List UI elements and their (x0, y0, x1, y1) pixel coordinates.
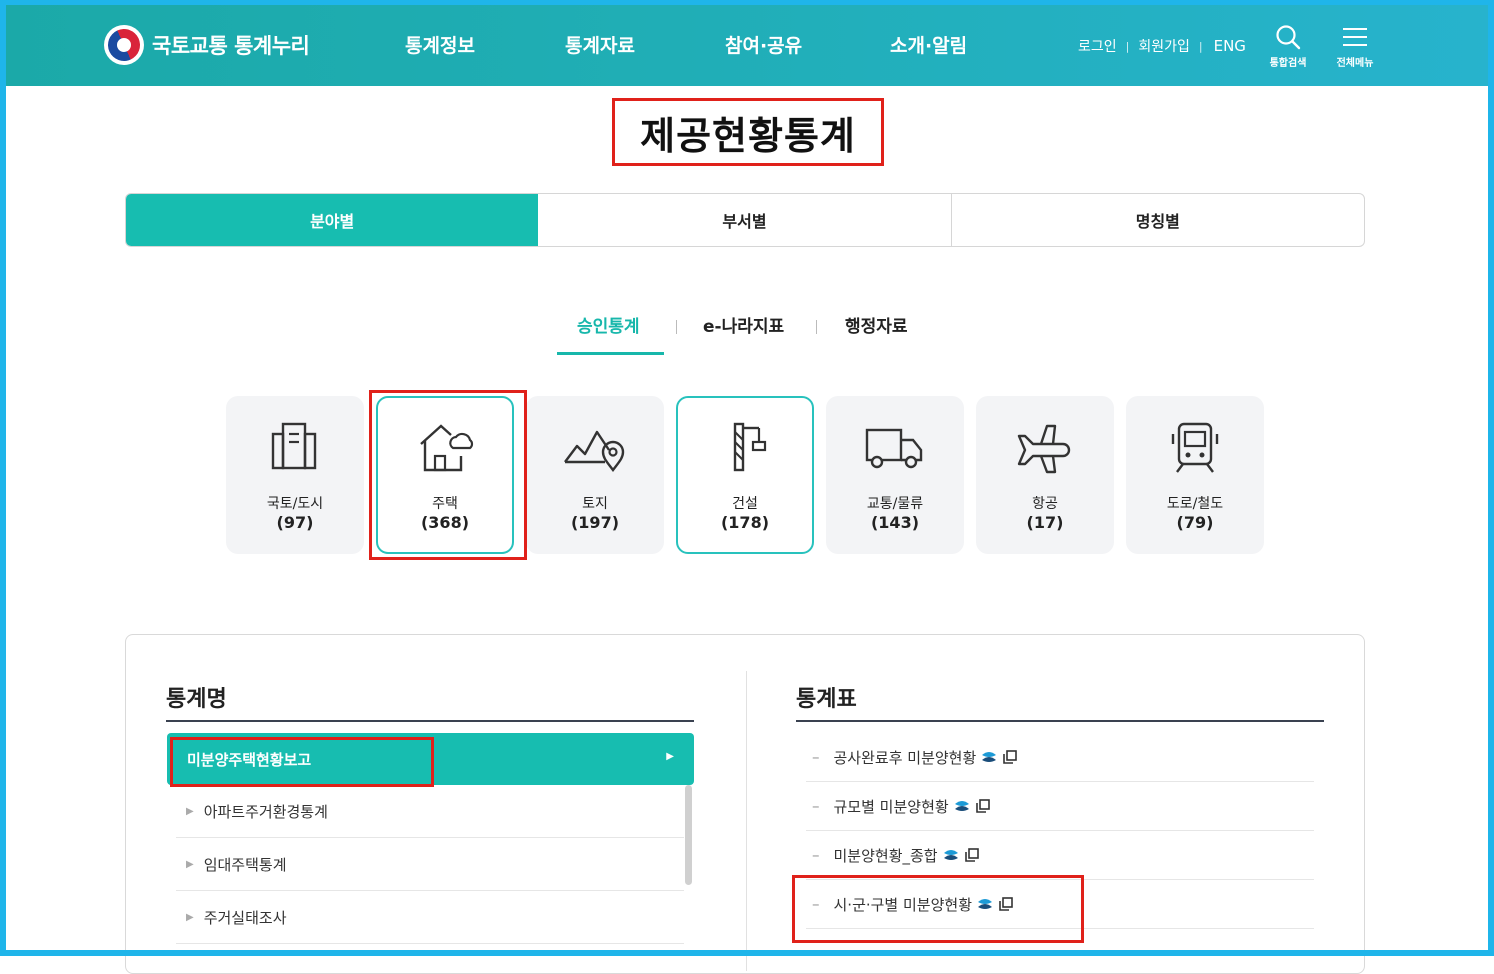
tab-by-department[interactable]: 부서별 (538, 194, 952, 246)
airplane-icon (1017, 424, 1071, 474)
copy-icon[interactable] (1003, 750, 1018, 764)
active-subtab-underline (557, 352, 664, 355)
site-header: 국토교통 통계누리 통계정보 통계자료 참여·공유 소개·알림 로그인 | 회원… (0, 0, 1494, 86)
nav-item-about[interactable]: 소개·알림 (890, 31, 967, 58)
copy-icon[interactable] (964, 848, 979, 862)
list-item[interactable]: ▶ 주거실태조사 (176, 891, 684, 944)
site-logo[interactable]: 국토교통 통계누리 (104, 25, 310, 65)
list-scrollbar[interactable] (685, 785, 692, 885)
train-icon (1171, 422, 1219, 473)
copy-icon[interactable] (975, 799, 990, 813)
highlight-box-table-item (792, 875, 1084, 943)
database-icon[interactable] (981, 749, 997, 765)
sub-tabs: 승인통계 e-나라지표 행정자료 (0, 312, 1494, 356)
building-icon (271, 422, 317, 470)
database-icon[interactable] (943, 847, 959, 863)
category-aviation[interactable]: 항공 (17) (976, 396, 1114, 554)
nav-item-participation[interactable]: 참여·공유 (725, 31, 802, 58)
list-item[interactable]: ▶ 아파트주거환경통계 (176, 785, 684, 838)
table-row[interactable]: – 규모별 미분양현황 (806, 782, 1314, 831)
category-road-railway[interactable]: 도로/철도 (79) (1126, 396, 1264, 554)
chevron-right-icon: ▶ (666, 751, 674, 762)
category-transport-logistics[interactable]: 교통/물류 (143) (826, 396, 964, 554)
stats-list-heading: 통계명 (166, 687, 227, 712)
english-link[interactable]: ENG (1214, 37, 1246, 55)
government-emblem-icon (104, 25, 144, 65)
util-links: 로그인 | 회원가입 | ENG (1078, 36, 1246, 56)
main-tabs: 분야별 부서별 명칭별 (125, 193, 1365, 247)
page-title: 제공현황통계 (612, 98, 884, 166)
bullet-triangle-icon: ▶ (186, 858, 194, 870)
subtab-e-nara-index[interactable]: e-나라지표 (703, 312, 784, 337)
tab-by-name[interactable]: 명칭별 (952, 194, 1364, 246)
nav-item-stats-data[interactable]: 통계자료 (565, 31, 635, 58)
land-icon (564, 430, 625, 472)
site-name: 국토교통 통계누리 (152, 34, 310, 58)
highlight-box-stats-item (170, 737, 434, 787)
category-construction[interactable]: 건설 (178) (676, 396, 814, 554)
subtab-admin-data[interactable]: 행정자료 (845, 312, 908, 337)
tables-list-heading: 통계표 (796, 687, 857, 712)
category-land[interactable]: 토지 (197) (526, 396, 664, 554)
bullet-triangle-icon: ▶ (186, 911, 194, 923)
nav-item-stats-info[interactable]: 통계정보 (405, 31, 475, 58)
hamburger-menu-icon (1343, 28, 1367, 46)
database-icon[interactable] (954, 798, 970, 814)
results-panel: 통계명 미분양주택현황보고 ▶ ▶ 아파트주거환경통계 ▶ 임대주택통계 ▶ 주거실태… (125, 634, 1365, 974)
highlight-box-housing (369, 390, 527, 560)
search-icon (1276, 25, 1301, 50)
table-row[interactable]: – 미분양현황_종합 (806, 831, 1314, 880)
truck-icon (865, 428, 923, 469)
login-link[interactable]: 로그인 (1078, 36, 1117, 56)
table-row[interactable]: – 공사완료후 미분양현황 (806, 733, 1314, 782)
category-land-city[interactable]: 국토/도시 (97) (226, 396, 364, 554)
search-button[interactable]: 통합검색 (1258, 24, 1318, 69)
join-link[interactable]: 회원가입 (1138, 36, 1190, 56)
bullet-triangle-icon: ▶ (186, 805, 194, 817)
list-item[interactable]: ▶ 임대주택통계 (176, 838, 684, 891)
crane-icon (733, 422, 767, 472)
tab-by-field[interactable]: 분야별 (126, 194, 539, 246)
all-menu-button[interactable]: 전체메뉴 (1325, 24, 1385, 69)
subtab-approved-stats[interactable]: 승인통계 (577, 312, 640, 337)
